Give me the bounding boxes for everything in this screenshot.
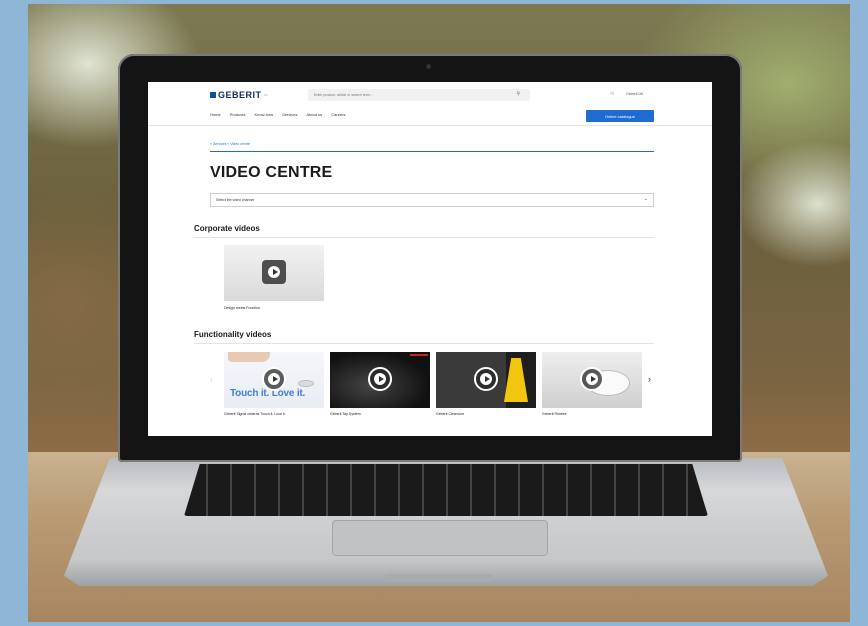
video-thumbnail-touch-it[interactable]: Touch it. Love it. [224,352,324,408]
video-caption[interactable]: Design meets Function [224,306,260,310]
section-divider [194,343,654,344]
laptop-screen: GEBERIT ™ ⚲ ☉ Geberit UK Home Products K… [148,82,712,436]
geberit-logo[interactable]: GEBERIT ™ [210,90,268,100]
nav-item-careers[interactable]: Careers [331,112,345,117]
title-divider [210,151,654,152]
video-thumbnail-tap-system[interactable] [330,352,430,408]
video-caption[interactable]: Geberit Tap System [330,412,361,416]
wet-floor-sign-image [504,358,528,402]
online-catalogue-button[interactable]: Online catalogue [586,110,654,122]
nav-item-about-us[interactable]: About us [307,112,323,117]
play-icon[interactable] [580,367,604,391]
lid-notch [384,574,494,582]
hand-image [228,352,270,362]
chevron-right-icon[interactable]: › [648,374,651,384]
nav-item-products[interactable]: Products [230,112,246,117]
logo-text: GEBERIT [218,90,262,100]
keyboard [184,464,708,516]
video-thumbnail-rimfree[interactable] [542,352,642,408]
breadcrumb[interactable]: « Services » Video centre [210,142,250,146]
channel-select-value: Select the video channel [216,198,255,202]
laptop-base [64,458,828,586]
corporate-videos-heading: Corporate videos [194,224,260,233]
search-input[interactable] [308,93,488,97]
laptop-lid: GEBERIT ™ ⚲ ☉ Geberit UK Home Products K… [118,54,742,462]
video-caption[interactable]: Geberit Rimfree [542,412,567,416]
trackpad [332,520,548,556]
functionality-videos-heading: Functionality videos [194,330,272,339]
play-icon[interactable] [474,367,498,391]
chevron-left-icon[interactable]: ‹ [210,374,213,384]
play-icon[interactable] [262,367,286,391]
video-caption[interactable]: Geberit Sigma cisterns Touch it. Love it… [224,412,286,416]
logo-square-icon [210,92,216,98]
search-bar[interactable]: ⚲ [308,89,530,101]
country-selector[interactable]: Geberit UK [626,92,643,96]
nav-item-know-how[interactable]: Know-how [254,112,273,117]
video-channel-select[interactable]: Select the video channel ⌄ [210,193,654,207]
camera [426,64,431,69]
video-thumbnail-design-meets-function[interactable] [224,245,324,301]
play-icon[interactable] [262,260,286,284]
flush-plate-image [298,380,314,387]
search-icon[interactable]: ⚲ [516,91,520,97]
video-caption[interactable]: Geberit CleanLine [436,412,464,416]
site-header: GEBERIT ™ ⚲ ☉ Geberit UK Home Products K… [148,82,712,126]
nav-item-home[interactable]: Home [210,112,221,117]
section-divider [194,237,654,238]
video-thumbnail-cleanline[interactable] [436,352,536,408]
nav-item-services[interactable]: Services [282,112,297,117]
logo-trademark: ™ [263,92,269,98]
main-nav: Home Products Know-how Services About us… [210,112,346,117]
page-title: VIDEO CENTRE [210,164,333,181]
chevron-down-icon: ⌄ [643,196,648,202]
play-icon[interactable] [368,367,392,391]
globe-icon[interactable]: ☉ [610,91,614,97]
